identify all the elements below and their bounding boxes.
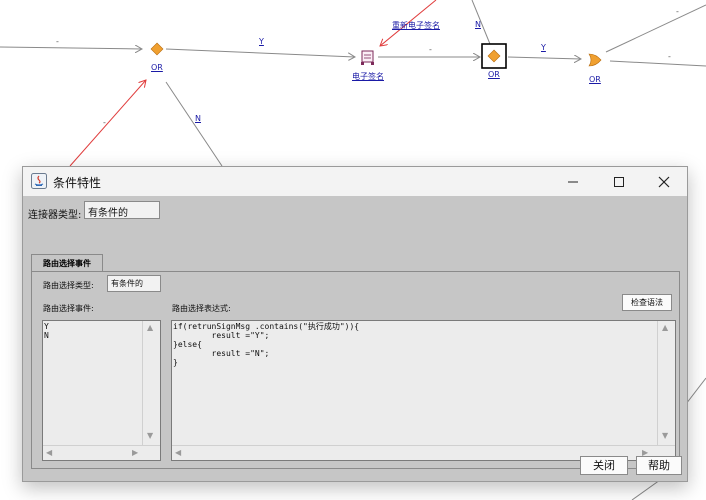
close-button[interactable]: 关闭 (580, 456, 628, 475)
routing-tab-panel: 路由选择类型: 有条件的 路由选择事件: 路由选择表达式: 检查语法 Y N ▲… (31, 271, 680, 469)
check-syntax-button[interactable]: 检查语法 (622, 294, 672, 311)
edge-label-e5: - (668, 52, 671, 61)
minimize-icon (568, 181, 578, 182)
expression-text: if(retrunSignMsg .contains("执行成功")){ res… (173, 322, 360, 367)
edge-label-e3: - (429, 45, 432, 54)
events-label: 路由选择事件: (43, 304, 94, 313)
edge-label-e6[interactable]: N (475, 20, 481, 29)
scroll-down-icon[interactable]: ▼ (147, 431, 153, 441)
scroll-up-icon[interactable]: ▲ (147, 323, 153, 333)
edge-left-to-or1[interactable] (0, 47, 142, 49)
sign-node-icon[interactable] (361, 50, 374, 65)
close-window-button[interactable] (641, 167, 687, 196)
or-node-3-label[interactable]: OR (589, 75, 601, 84)
edge-label-e2[interactable]: Y (259, 37, 264, 46)
edge-or3-to-upper-right[interactable] (605, 4, 706, 53)
or-node-1-label[interactable]: OR (151, 63, 163, 72)
java-app-icon (31, 173, 47, 189)
or-node-3[interactable] (588, 53, 602, 67)
maximize-button[interactable] (596, 167, 642, 196)
help-button[interactable]: 帮助 (636, 456, 682, 475)
events-list-text: Y N (44, 322, 49, 340)
edge-label-e7: - (103, 118, 106, 127)
events-horizontal-scrollbar[interactable]: ◀ ▶ (43, 445, 160, 460)
events-list[interactable]: Y N ▲ ▼ ◀ ▶ (42, 320, 161, 461)
dialog-body: 连接器类型: 有条件的 路由选择事件 路由选择类型: 有条件的 路由选择事件: … (23, 196, 687, 481)
scroll-right-icon[interactable]: ▶ (132, 448, 138, 458)
connector-type-field[interactable]: 有条件的 (84, 201, 160, 219)
scroll-down-icon[interactable]: ▼ (662, 431, 668, 441)
or-node-1[interactable] (150, 42, 164, 56)
edge-or2-to-or3[interactable] (507, 57, 581, 59)
dialog-titlebar[interactable]: 条件特性 (23, 167, 687, 196)
edge-bottom-lower[interactable] (631, 479, 661, 500)
edge-label-e4[interactable]: Y (541, 43, 546, 52)
events-vertical-scrollbar[interactable]: ▲ ▼ (142, 321, 160, 447)
edge-label-e9: - (676, 7, 679, 16)
expression-vertical-scrollbar[interactable]: ▲ ▼ (657, 321, 675, 447)
edge-right-lower[interactable] (685, 377, 706, 405)
dialog-title: 条件特性 (53, 176, 102, 190)
scroll-left-icon[interactable]: ◀ (46, 448, 52, 458)
scroll-up-icon[interactable]: ▲ (662, 323, 668, 333)
sign-node-label[interactable]: 电子签名 (352, 71, 384, 82)
close-icon (658, 176, 670, 187)
edge-or1-to-below[interactable] (165, 81, 223, 167)
edge-or3-to-right[interactable] (609, 60, 706, 67)
route-type-field[interactable]: 有条件的 (107, 275, 161, 292)
scroll-left-icon[interactable]: ◀ (175, 448, 181, 458)
or-node-2[interactable] (481, 43, 507, 69)
tab-routing-events[interactable]: 路由选择事件 (31, 254, 103, 272)
edge-red-bottom-to-or1[interactable] (69, 80, 146, 167)
minimize-button[interactable] (550, 167, 596, 196)
resign-edge-label[interactable]: 重新电子签名 (392, 20, 440, 31)
edge-or1-to-sign[interactable] (165, 48, 355, 57)
expression-label: 路由选择表达式: (172, 304, 231, 313)
edge-label-e8[interactable]: N (195, 114, 201, 123)
connector-type-label: 连接器类型: (28, 210, 82, 221)
edge-label-e1: - (56, 37, 59, 46)
expression-editor[interactable]: if(retrunSignMsg .contains("执行成功")){ res… (171, 320, 676, 461)
condition-properties-dialog: 条件特性 连接器类型: 有条件的 路由选择事件 路由选择类型: 有条件的 路由选… (22, 166, 688, 482)
maximize-icon (614, 176, 624, 187)
or-node-2-label[interactable]: OR (488, 70, 500, 79)
route-type-label: 路由选择类型: (43, 281, 94, 290)
